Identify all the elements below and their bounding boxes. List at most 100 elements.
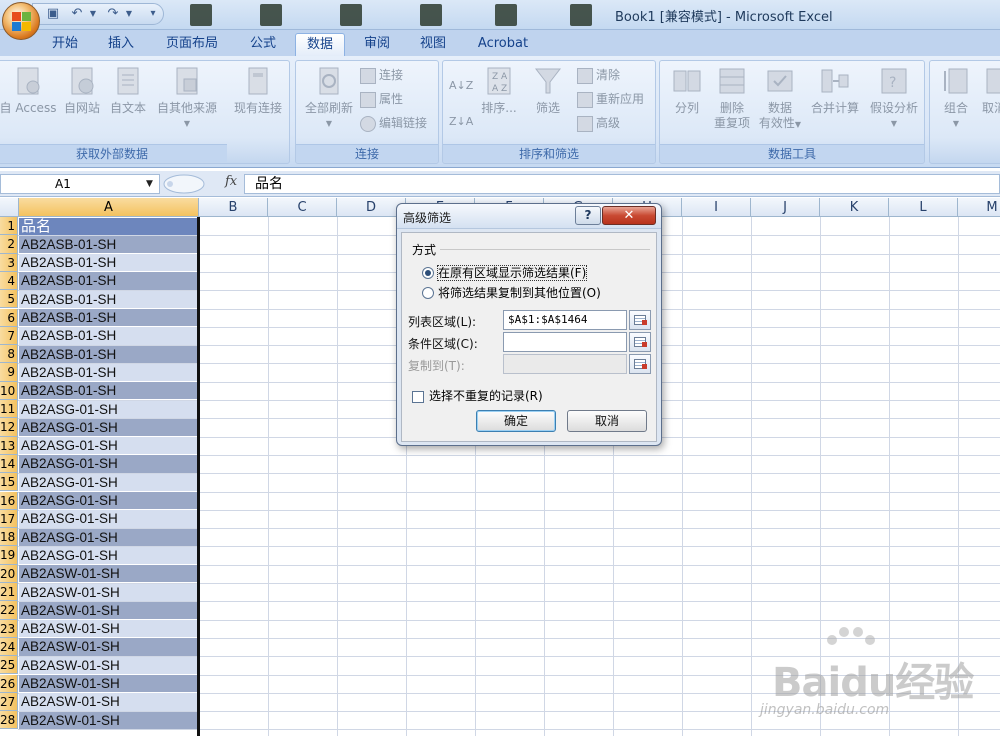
tab-insert[interactable]: 插入 <box>96 33 146 56</box>
row-header[interactable]: 18 <box>0 528 18 547</box>
table-cell[interactable]: AB2ASB-01-SH <box>19 345 199 363</box>
cancel-button[interactable]: 取消 <box>567 410 647 432</box>
filter-button[interactable]: 筛选 <box>527 65 569 116</box>
table-cell[interactable]: AB2ASB-01-SH <box>19 272 199 290</box>
row-header[interactable]: 6 <box>0 308 18 327</box>
radio-on-icon[interactable] <box>422 266 434 279</box>
table-cell[interactable]: AB2ASB-01-SH <box>19 382 199 400</box>
table-cell[interactable]: AB2ASG-01-SH <box>19 546 199 565</box>
redo-icon[interactable]: ↷ <box>105 7 121 21</box>
table-cell[interactable]: AB2ASW-01-SH <box>19 675 199 693</box>
table-cell[interactable]: AB2ASG-01-SH <box>19 437 199 455</box>
unique-records-checkbox[interactable]: 选择不重复的记录(R) <box>412 387 543 404</box>
radio-filter-in-place[interactable]: 在原有区域显示筛选结果(F) <box>422 264 588 281</box>
from-text-button[interactable]: 自文本 <box>105 65 151 116</box>
criteria-range-picker-button[interactable] <box>629 332 651 352</box>
tab-view[interactable]: 视图 <box>408 33 458 56</box>
row-header[interactable]: 23 <box>0 619 18 638</box>
row-header[interactable]: 10 <box>0 381 18 400</box>
clear-button[interactable]: 清除 <box>577 65 620 85</box>
table-cell[interactable]: AB2ASW-01-SH <box>19 583 199 601</box>
text-to-columns-button[interactable]: 分列 <box>664 65 710 116</box>
column-header-c[interactable]: C <box>268 198 337 217</box>
table-cell[interactable]: AB2ASB-01-SH <box>19 363 199 382</box>
what-if-analysis-button[interactable]: ? 假设分析 ▼ <box>864 65 924 131</box>
dialog-title-bar[interactable]: 高级筛选 ? ✕ <box>397 204 661 229</box>
group-button[interactable]: 组合 ▼ <box>936 65 976 131</box>
connections-button[interactable]: 连接 <box>360 65 403 85</box>
row-header[interactable]: 17 <box>0 509 18 529</box>
checkbox-icon[interactable] <box>412 390 424 403</box>
table-cell[interactable]: AB2ASW-01-SH <box>19 656 199 674</box>
tab-data[interactable]: 数据 <box>295 33 345 56</box>
undo-icon[interactable]: ↶ <box>69 7 85 21</box>
sort-ascending-button[interactable]: A↓Z <box>449 75 473 95</box>
table-cell[interactable]: AB2ASW-01-SH <box>19 620 199 638</box>
table-cell[interactable]: AB2ASB-01-SH <box>19 235 199 254</box>
ok-button[interactable]: 确定 <box>476 410 556 432</box>
row-header[interactable]: 26 <box>0 674 18 693</box>
sort-descending-button[interactable]: Z↓A <box>449 111 473 131</box>
column-header-l[interactable]: L <box>889 198 958 217</box>
row-header[interactable]: 4 <box>0 271 18 291</box>
tab-acrobat[interactable]: Acrobat <box>470 33 536 56</box>
edit-links-button[interactable]: 编辑链接 <box>360 113 427 133</box>
tab-home[interactable]: 开始 <box>40 33 90 56</box>
office-button[interactable] <box>2 2 40 40</box>
name-box[interactable]: A1 <box>0 174 160 194</box>
remove-duplicates-button[interactable]: 删除 重复项 <box>710 65 754 131</box>
select-all-corner[interactable] <box>0 198 19 217</box>
row-header[interactable]: 7 <box>0 326 18 346</box>
formula-input[interactable]: 品名 <box>244 174 1000 194</box>
table-cell[interactable]: AB2ASG-01-SH <box>19 528 199 546</box>
criteria-range-input[interactable] <box>503 332 627 352</box>
row-header[interactable]: 3 <box>0 253 18 272</box>
chevron-down-icon[interactable]: ▼ <box>146 179 153 189</box>
radio-copy-to-location[interactable]: 将筛选结果复制到其他位置(O) <box>422 284 601 300</box>
column-header-cell[interactable]: 品名 <box>19 217 199 235</box>
tab-review[interactable]: 审阅 <box>352 33 402 56</box>
row-header[interactable]: 28 <box>0 711 18 730</box>
row-header[interactable]: 1 <box>0 217 18 236</box>
column-header-j[interactable]: J <box>751 198 820 217</box>
table-cell[interactable]: AB2ASB-01-SH <box>19 254 199 272</box>
row-header[interactable]: 13 <box>0 436 18 455</box>
column-header-b[interactable]: B <box>199 198 268 217</box>
table-cell[interactable]: AB2ASW-01-SH <box>19 711 199 729</box>
column-header-k[interactable]: K <box>820 198 889 217</box>
row-header[interactable]: 8 <box>0 345 18 364</box>
table-cell[interactable]: AB2ASG-01-SH <box>19 455 199 473</box>
chevron-down-icon[interactable]: ▼ <box>121 7 137 21</box>
column-header-a[interactable]: A <box>19 198 199 217</box>
list-range-picker-button[interactable] <box>629 310 651 330</box>
reapply-button[interactable]: 重新应用 <box>577 89 644 109</box>
table-cell[interactable]: AB2ASG-01-SH <box>19 400 199 418</box>
insert-function-icon[interactable]: fx <box>225 174 237 189</box>
row-header[interactable]: 24 <box>0 637 18 657</box>
table-cell[interactable]: AB2ASG-01-SH <box>19 510 199 528</box>
consolidate-button[interactable]: 合并计算 <box>806 65 864 116</box>
from-other-sources-button[interactable]: 自其他来源 ▼ <box>151 65 223 131</box>
row-header[interactable]: 16 <box>0 491 18 510</box>
save-icon[interactable]: ▣ <box>45 7 61 21</box>
row-header[interactable]: 25 <box>0 656 18 675</box>
refresh-all-button[interactable]: 全部刷新 ▼ <box>298 65 360 131</box>
table-cell[interactable]: AB2ASG-01-SH <box>19 492 199 510</box>
row-header[interactable]: 20 <box>0 564 18 583</box>
row-header[interactable]: 21 <box>0 583 18 602</box>
list-range-input[interactable]: $A$1:$A$1464 <box>503 310 627 330</box>
table-cell[interactable]: AB2ASW-01-SH <box>19 565 199 583</box>
customize-toolbar-icon[interactable]: ▾ <box>145 7 161 21</box>
row-header[interactable]: 12 <box>0 418 18 437</box>
data-validation-button[interactable]: 数据 有效性▼ <box>756 65 804 132</box>
column-header-i[interactable]: I <box>682 198 751 217</box>
existing-connections-button[interactable]: 现有连接 <box>227 65 289 116</box>
row-header[interactable]: 2 <box>0 235 18 254</box>
from-web-button[interactable]: 自网站 <box>59 65 105 116</box>
row-header[interactable]: 5 <box>0 290 18 309</box>
properties-button[interactable]: 属性 <box>360 89 403 109</box>
row-header[interactable]: 15 <box>0 473 18 492</box>
table-cell[interactable]: AB2ASG-01-SH <box>19 418 199 437</box>
row-header[interactable]: 27 <box>0 692 18 712</box>
sort-button[interactable]: Z A A Z 排序... <box>477 65 521 116</box>
